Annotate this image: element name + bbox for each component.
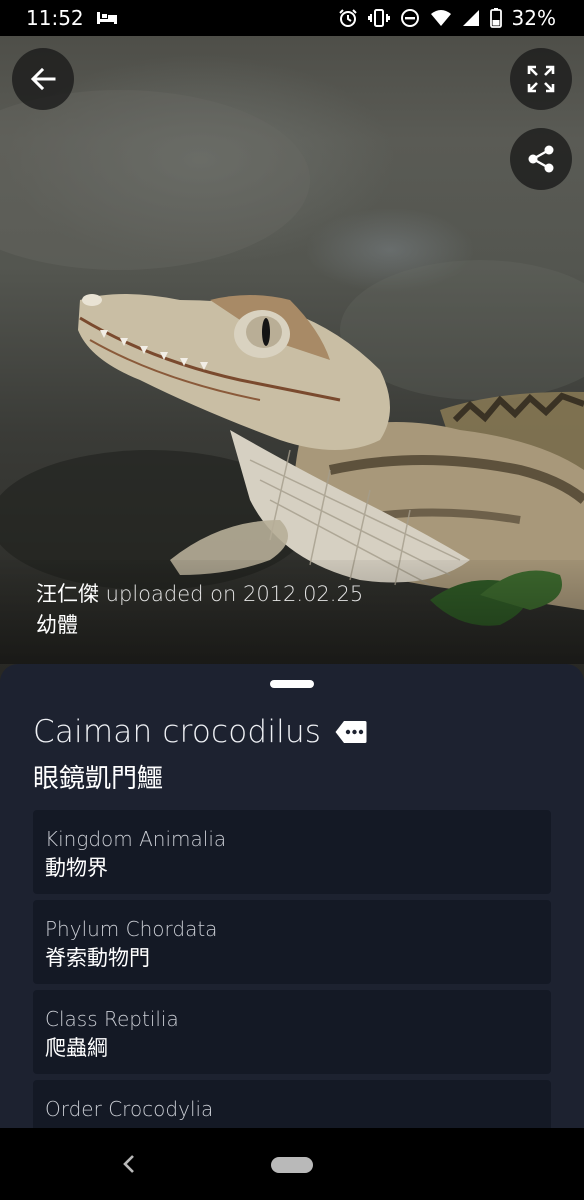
- taxon-rank-label: Order Crocodylia: [45, 1097, 214, 1121]
- taxon-rank-label: Kingdom Animalia: [45, 827, 227, 851]
- taxonomy-list: Kingdom Animalia 動物界 Phylum Chordata 脊索動…: [33, 810, 551, 1144]
- common-name: 眼鏡凱門鱷: [33, 764, 164, 794]
- share-icon: [528, 145, 554, 173]
- battery-percent: 32%: [511, 6, 556, 30]
- nav-back-icon[interactable]: [118, 1152, 140, 1176]
- uploader-name[interactable]: 汪仁傑: [36, 582, 99, 606]
- vibrate-icon: [367, 8, 390, 28]
- nav-home-pill[interactable]: [271, 1157, 313, 1173]
- species-detail-sheet[interactable]: Caiman crocodilus 眼鏡凱門鱷 Kingdom Animalia…: [0, 664, 584, 1144]
- sleep-icon: [96, 11, 118, 25]
- life-stage: 幼體: [36, 613, 78, 637]
- taxon-chinese-name: 動物界: [45, 856, 108, 880]
- taxon-phylum[interactable]: Phylum Chordata 脊索動物門: [33, 900, 551, 984]
- status-time: 11:52: [26, 6, 84, 30]
- more-tag-icon[interactable]: [335, 720, 367, 744]
- back-arrow-icon: [30, 67, 56, 91]
- upload-info: 汪仁傑 uploaded on 2012.02.25: [36, 580, 548, 608]
- fullscreen-icon: [527, 65, 555, 93]
- do-not-disturb-icon: [400, 8, 420, 28]
- taxon-class[interactable]: Class Reptilia 爬蟲綱: [33, 990, 551, 1074]
- cellular-signal-icon: [462, 9, 480, 27]
- scientific-name-row: Caiman crocodilus: [33, 714, 367, 750]
- fullscreen-button[interactable]: [510, 48, 572, 110]
- share-button[interactable]: [510, 128, 572, 190]
- wifi-icon: [430, 9, 452, 27]
- photo-caption: 汪仁傑 uploaded on 2012.02.25 幼體: [0, 560, 584, 664]
- battery-icon: [489, 8, 502, 28]
- taxon-chinese-name: 爬蟲綱: [45, 1036, 108, 1060]
- status-bar: 11:52 32%: [0, 0, 584, 36]
- scientific-name: Caiman crocodilus: [33, 714, 322, 750]
- system-navigation-bar: [0, 1128, 584, 1200]
- taxon-chinese-name: 脊索動物門: [45, 946, 150, 970]
- back-button[interactable]: [12, 48, 74, 110]
- taxon-rank-label: Class Reptilia: [45, 1007, 179, 1031]
- sheet-drag-handle[interactable]: [270, 680, 314, 688]
- alarm-icon: [338, 8, 358, 28]
- upload-date: uploaded on 2012.02.25: [99, 582, 364, 606]
- taxon-rank-label: Phylum Chordata: [45, 917, 218, 941]
- taxon-kingdom[interactable]: Kingdom Animalia 動物界: [33, 810, 551, 894]
